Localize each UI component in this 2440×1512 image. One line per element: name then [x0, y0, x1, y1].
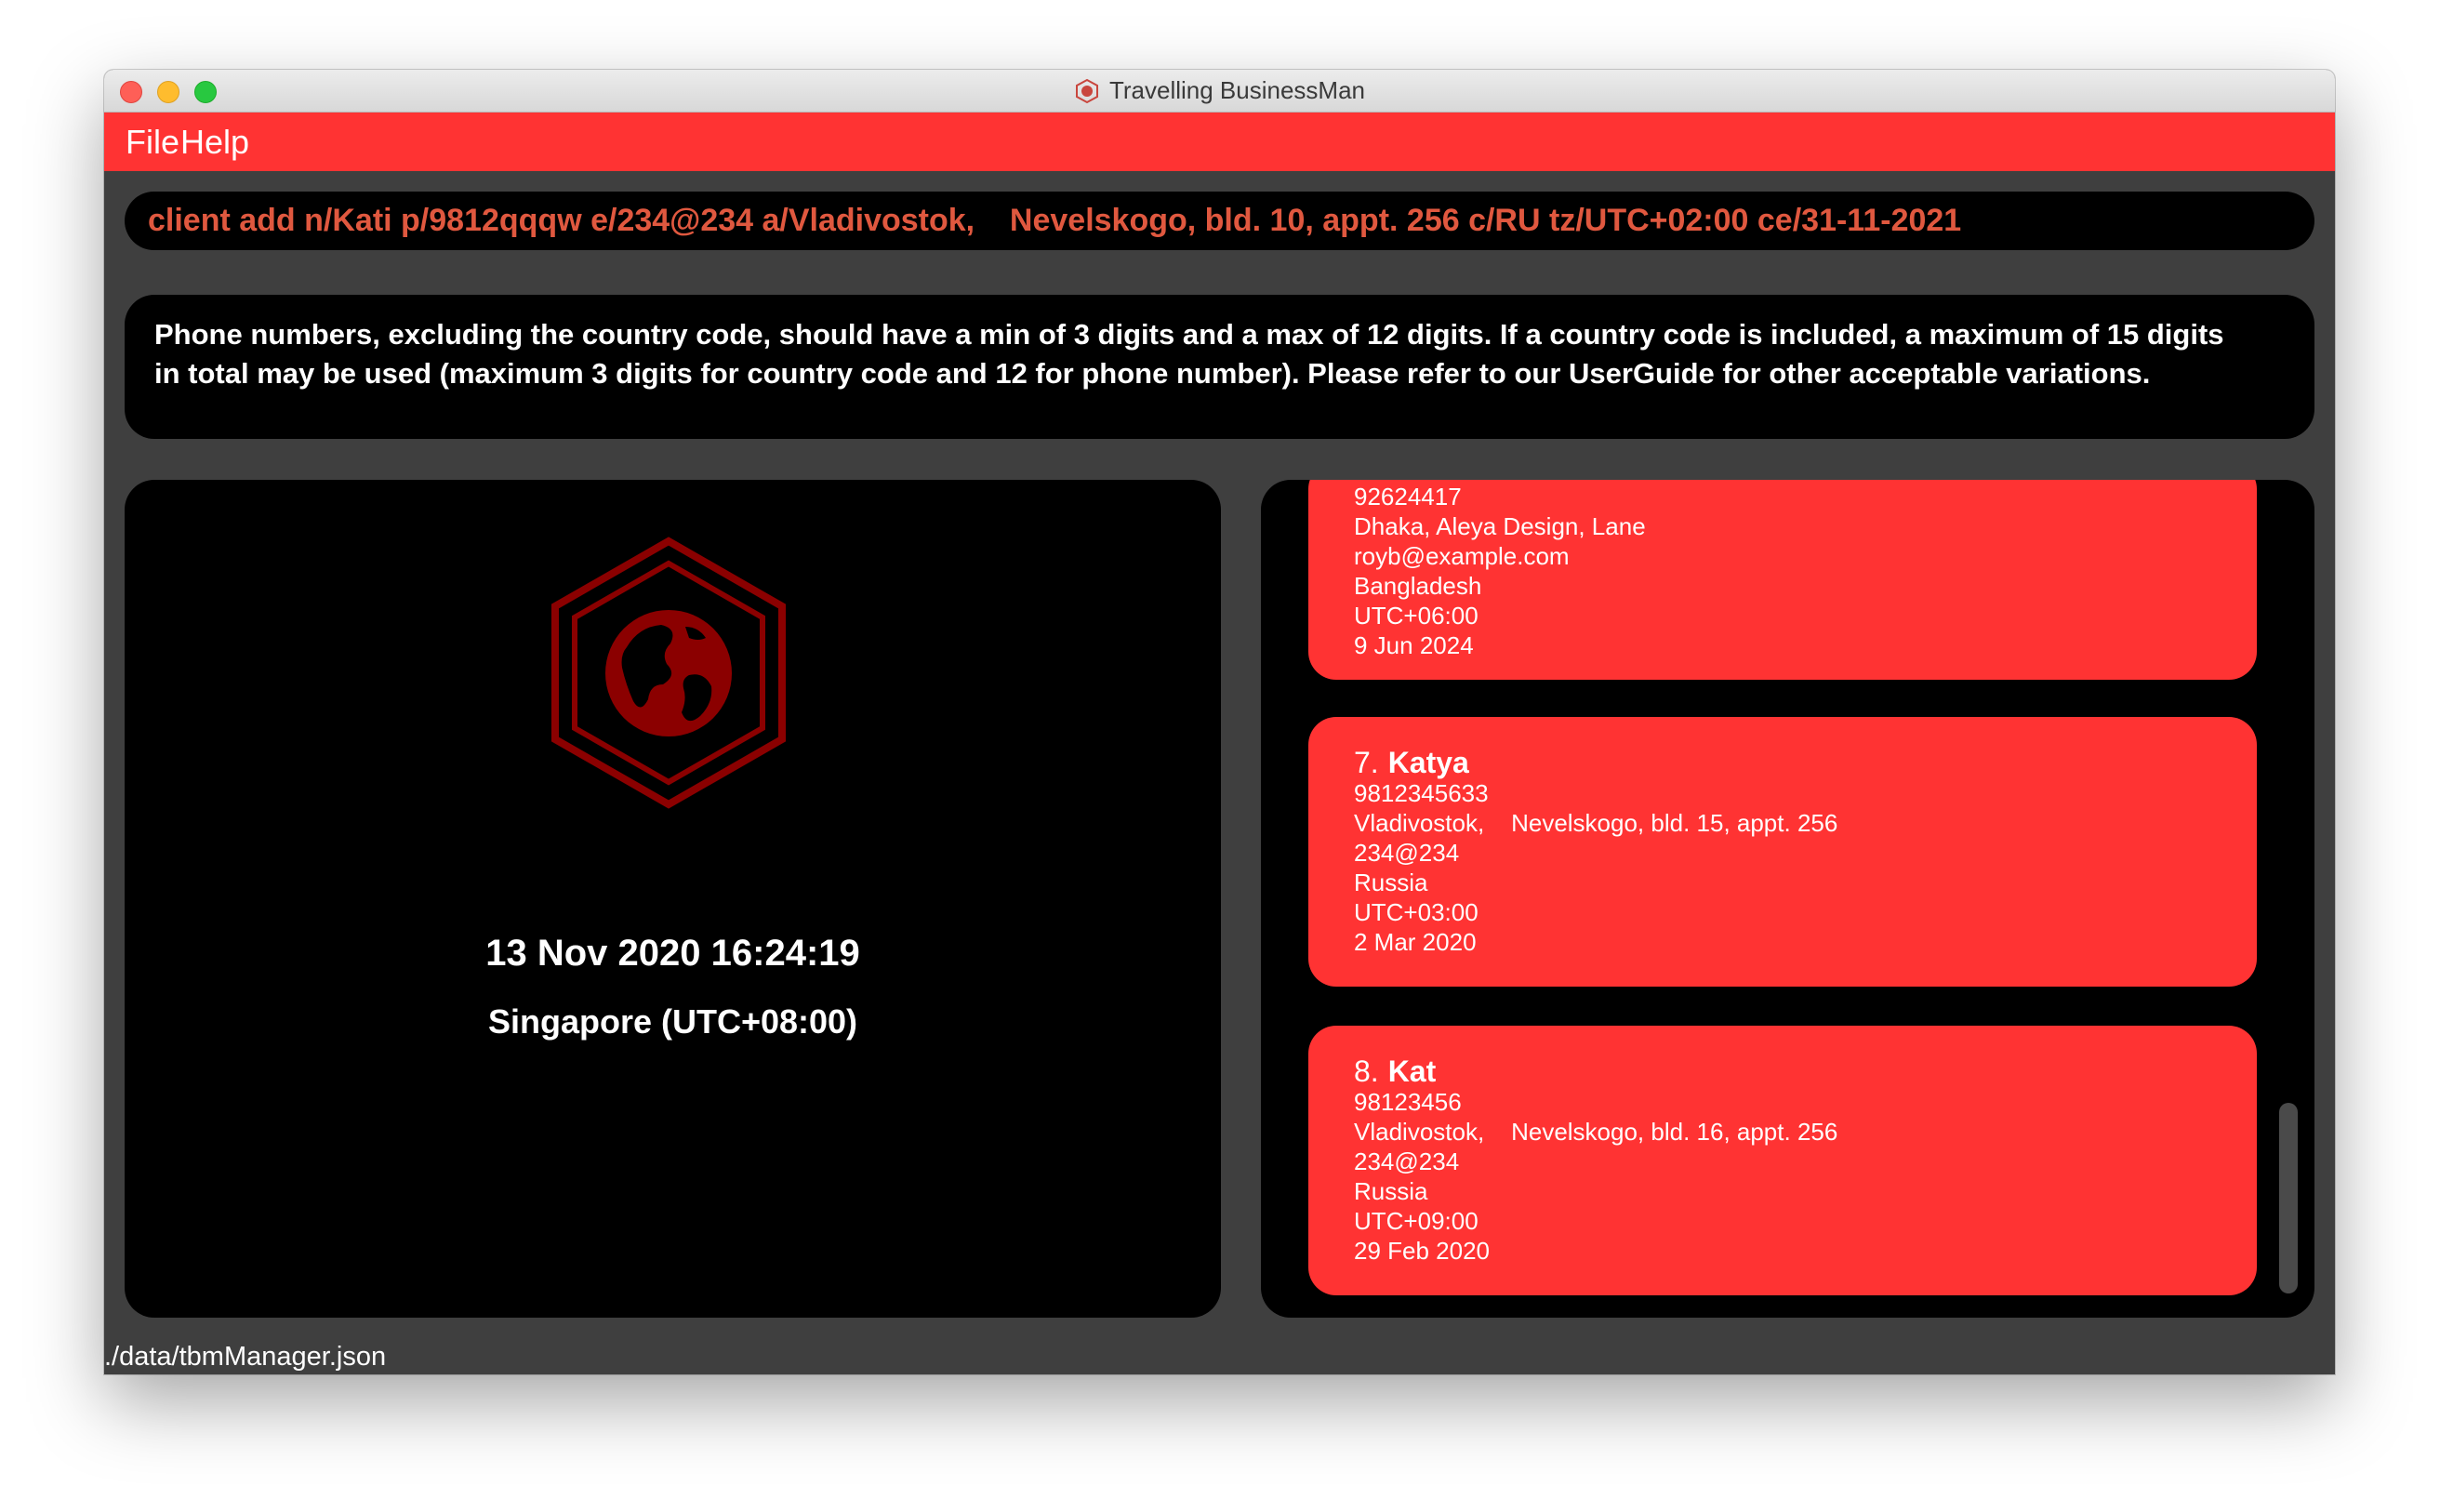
result-line-2: in total may be used (maximum 3 digits f…	[154, 357, 2151, 390]
window-title-group: Travelling BusinessMan	[104, 70, 2335, 112]
client-phone: 98123456	[1354, 1088, 1462, 1116]
client-name: Kat	[1387, 1054, 1437, 1088]
client-country: Bangladesh	[1354, 572, 1482, 600]
client-card[interactable]: 8. Kat 98123456 Vladivostok, Nevelskogo, …	[1308, 1026, 2257, 1295]
client-country: Russia	[1354, 1177, 1428, 1205]
client-country: Russia	[1354, 869, 1428, 896]
client-list-panel[interactable]: 92624417 Dhaka, Aleya Design, Lane royb@…	[1261, 480, 2314, 1318]
status-bar-file-path: ./data/tbmManager.json	[104, 1342, 387, 1372]
clock-timezone: Singapore (UTC+08:00)	[487, 1002, 858, 1041]
client-timezone: UTC+09:00	[1354, 1207, 1479, 1235]
client-contract-expiry: 2 Mar 2020	[1354, 928, 1477, 956]
app-window: Travelling BusinessMan File Help client …	[104, 70, 2335, 1374]
client-name: Katya	[1387, 746, 1469, 779]
client-header: 8. Kat	[1354, 1052, 2257, 1091]
menu-file[interactable]: File	[126, 113, 179, 171]
client-contract-expiry: 9 Jun 2024	[1354, 631, 1474, 659]
client-phone: 92624417	[1354, 483, 1462, 511]
client-email: royb@example.com	[1354, 542, 1570, 570]
menu-bar: File Help	[104, 113, 2335, 171]
client-address: Vladivostok, Nevelskogo, bld. 16, appt. …	[1354, 1118, 1838, 1146]
client-email: 234@234	[1354, 1147, 1460, 1175]
title-bar: Travelling BusinessMan	[104, 70, 2335, 113]
app-logo-icon	[1075, 78, 1098, 103]
result-line-1: Phone numbers, excluding the country cod…	[154, 318, 2224, 351]
client-email: 234@234	[1354, 839, 1460, 867]
client-timezone: UTC+03:00	[1354, 898, 1479, 926]
client-header: 7. Katya	[1354, 743, 2257, 782]
client-address: Dhaka, Aleya Design, Lane	[1354, 512, 1646, 540]
clock-panel: 13 Nov 2020 16:24:19 Singapore (UTC+08:0…	[125, 480, 1221, 1318]
clock-time: 13 Nov 2020 16:24:19	[485, 933, 860, 974]
client-contract-expiry: 29 Feb 2020	[1354, 1237, 1491, 1265]
client-card[interactable]: 7. Katya 9812345633 Vladivostok, Nevelsko…	[1308, 717, 2257, 987]
client-phone: 9812345633	[1354, 779, 1489, 807]
command-input[interactable]: client add n/Kati p/9812qqqw e/234@234 a…	[125, 192, 2314, 250]
menu-help[interactable]: Help	[180, 113, 249, 171]
client-card[interactable]: 92624417 Dhaka, Aleya Design, Lane royb@…	[1308, 480, 2257, 680]
client-index: 7.	[1354, 746, 1379, 779]
client-index: 8.	[1354, 1054, 1379, 1088]
window-title: Travelling BusinessMan	[1108, 76, 1366, 104]
client-list-scrollbar[interactable]	[2279, 1103, 2298, 1293]
client-timezone: UTC+06:00	[1354, 602, 1479, 630]
globe-hexagon-icon	[551, 537, 786, 809]
client-address: Vladivostok, Nevelskogo, bld. 15, appt. …	[1354, 809, 1838, 837]
result-display: Phone numbers, excluding the country cod…	[125, 295, 2314, 439]
